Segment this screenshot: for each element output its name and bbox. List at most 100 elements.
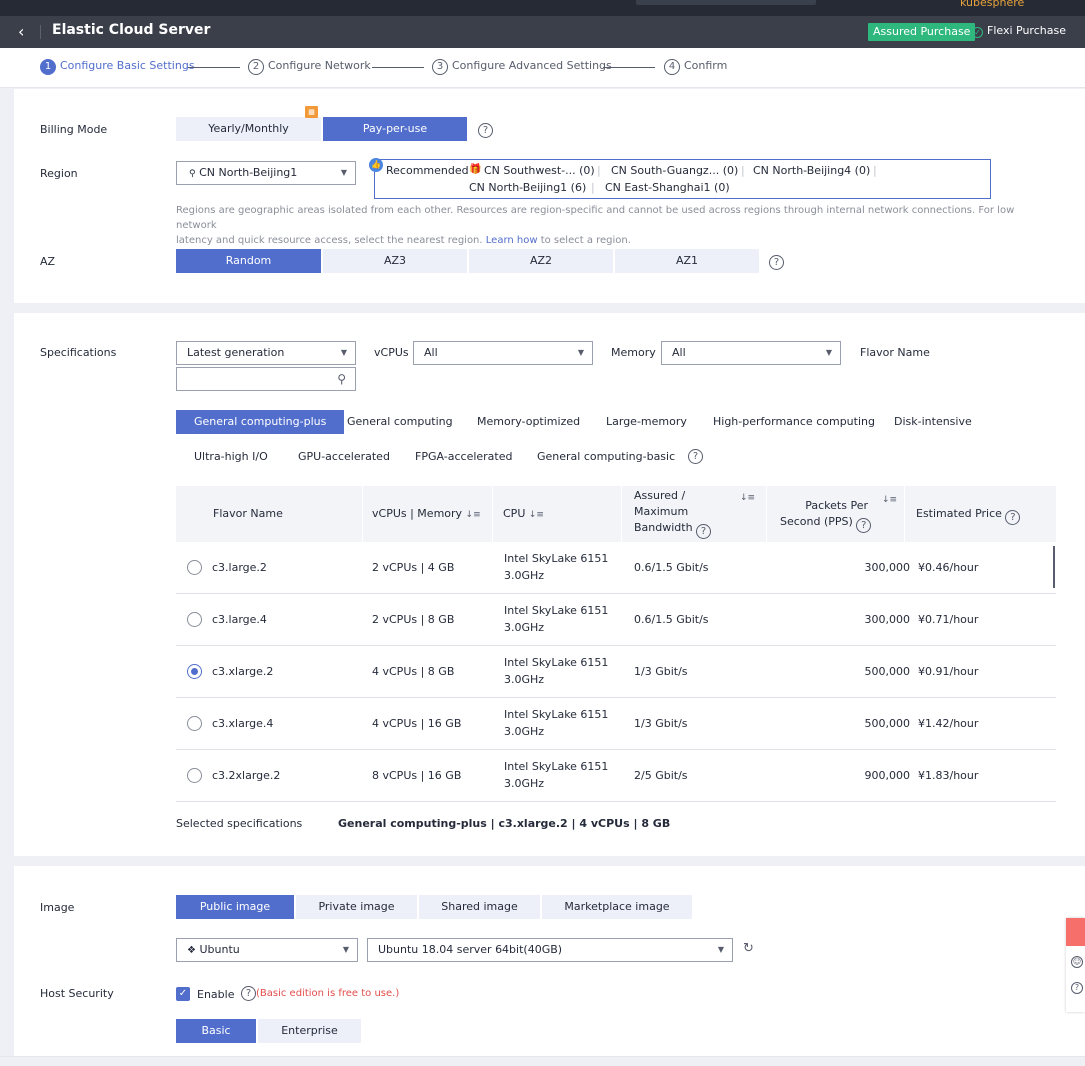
row-radio[interactable]: [187, 768, 202, 783]
col-bandwidth-line2: Maximum: [634, 505, 689, 518]
col-bandwidth[interactable]: Assured / Maximum Bandwidth ?: [634, 488, 712, 539]
table-row-selected[interactable]: c3.xlarge.2 4 vCPUs | 8 GB Intel SkyLake…: [176, 646, 1056, 698]
category-general-computing-basic[interactable]: General computing-basic: [537, 445, 675, 469]
flexi-purchase-label: Flexi Purchase: [987, 24, 1066, 37]
feedback-button[interactable]: [1066, 918, 1085, 946]
host-security-help-icon[interactable]: ?: [241, 986, 256, 1001]
cell-cpu-model: Intel SkyLake 6151: [504, 552, 609, 565]
chevron-left-icon[interactable]: ‹: [18, 22, 24, 41]
category-ultra-high-io[interactable]: Ultra-high I/O: [194, 445, 268, 469]
category-high-performance-computing[interactable]: High-performance computing: [713, 410, 875, 434]
table-scrollbar[interactable]: [1053, 546, 1055, 588]
search-icon[interactable]: ⚲: [337, 368, 346, 390]
edition-enterprise-tab[interactable]: Enterprise: [258, 1019, 361, 1043]
cell-vcpus-memory: 2 vCPUs | 4 GB: [372, 561, 455, 574]
image-version-select[interactable]: Ubuntu 18.04 server 64bit(40GB) ▼: [367, 938, 733, 962]
os-select[interactable]: ❖ Ubuntu ▼: [176, 938, 358, 962]
cell-bandwidth: 0.6/1.5 Gbit/s: [634, 561, 709, 574]
billing-help-icon[interactable]: ?: [478, 123, 493, 138]
category-fpga-accelerated[interactable]: FPGA-accelerated: [415, 445, 513, 469]
flavor-name-search-input[interactable]: ⚲: [176, 367, 356, 391]
user-name[interactable]: kubesphere: [960, 0, 1024, 9]
az-help-icon[interactable]: ?: [769, 255, 784, 270]
col-cpu[interactable]: CPU ↓≡: [503, 506, 544, 523]
table-row[interactable]: c3.2xlarge.2 8 vCPUs | 16 GB Intel SkyLa…: [176, 750, 1056, 802]
refresh-icon[interactable]: ↻: [743, 941, 754, 956]
sort-icon[interactable]: ↓≡: [529, 510, 544, 520]
cell-price: ¥1.42/hour: [918, 717, 979, 730]
region-option[interactable]: CN Southwest-... (0): [484, 164, 595, 177]
az-option-az3[interactable]: AZ3: [323, 249, 467, 273]
region-option[interactable]: CN East-Shanghai1 (0): [605, 181, 730, 194]
az-option-random[interactable]: Random: [176, 249, 321, 273]
vcpus-filter-value: All: [424, 346, 438, 359]
category-general-computing-plus[interactable]: General computing-plus: [176, 410, 345, 434]
image-shared-tab[interactable]: Shared image: [419, 895, 540, 919]
learn-how-link[interactable]: Learn how: [486, 235, 538, 246]
region-select[interactable]: ⚲ CN North-Beijing1 ▼: [176, 161, 356, 185]
col-price-label: Estimated Price: [916, 507, 1002, 520]
region-option[interactable]: CN North-Beijing4 (0): [753, 164, 870, 177]
flexi-purchase-button[interactable]: ✓ Flexi Purchase: [972, 24, 1066, 38]
cell-price: ¥0.71/hour: [918, 613, 979, 626]
category-help-icon[interactable]: ?: [688, 449, 703, 464]
step-label: Configure Basic Settings: [60, 59, 195, 72]
column-divider: [766, 486, 767, 542]
table-row[interactable]: c3.xlarge.4 4 vCPUs | 16 GB Intel SkyLak…: [176, 698, 1056, 750]
generation-select[interactable]: Latest generation ▼: [176, 341, 356, 365]
col-pps[interactable]: Packets Per Second (PPS) ?: [780, 498, 872, 533]
billing-pay-per-use-option[interactable]: Pay-per-use: [323, 117, 467, 141]
edition-basic-tab[interactable]: Basic: [176, 1019, 256, 1043]
thumbs-up-icon: 👍: [369, 158, 383, 172]
step-configure-advanced[interactable]: 3 Configure Advanced Settings: [432, 59, 612, 75]
table-row[interactable]: c3.large.4 2 vCPUs | 8 GB Intel SkyLake …: [176, 594, 1056, 646]
image-private-tab[interactable]: Private image: [296, 895, 417, 919]
region-option[interactable]: CN North-Beijing1 (6): [469, 181, 586, 194]
row-radio[interactable]: [187, 664, 202, 679]
row-radio[interactable]: [187, 716, 202, 731]
bandwidth-help-icon[interactable]: ?: [696, 524, 712, 539]
step-confirm[interactable]: 4 Confirm: [664, 59, 727, 75]
column-divider: [621, 486, 622, 542]
category-large-memory[interactable]: Large-memory: [606, 410, 687, 434]
vcpus-filter-select[interactable]: All ▼: [413, 341, 593, 365]
region-option[interactable]: CN South-Guangz... (0): [611, 164, 738, 177]
caret-down-icon: ▼: [342, 945, 349, 954]
table-row[interactable]: c3.large.2 2 vCPUs | 4 GB Intel SkyLake …: [176, 542, 1056, 594]
row-radio[interactable]: [187, 612, 202, 627]
price-help-icon[interactable]: ?: [1005, 510, 1021, 525]
step-configure-basic[interactable]: 1 Configure Basic Settings: [40, 59, 195, 75]
col-vcpus-memory-label: vCPUs | Memory: [372, 507, 463, 520]
image-marketplace-tab[interactable]: Marketplace image: [542, 895, 692, 919]
assured-purchase-button[interactable]: Assured Purchase: [868, 23, 976, 41]
col-vcpus-memory[interactable]: vCPUs | Memory ↓≡: [372, 506, 481, 523]
enable-host-security-checkbox[interactable]: ✓: [176, 987, 190, 1001]
row-radio[interactable]: [187, 560, 202, 575]
step-configure-network[interactable]: 2 Configure Network: [248, 59, 371, 75]
category-memory-optimized[interactable]: Memory-optimized: [477, 410, 580, 434]
sort-icon[interactable]: ↓≡: [466, 510, 481, 520]
region-label: Region: [40, 167, 78, 180]
memory-filter-select[interactable]: All ▼: [661, 341, 841, 365]
caret-down-icon: ▼: [577, 348, 584, 357]
az-label: AZ: [40, 255, 56, 268]
az-option-az1[interactable]: AZ1: [615, 249, 759, 273]
help-circle-icon[interactable]: ?: [1071, 982, 1083, 994]
recommended-label: Recommended: [386, 164, 469, 177]
caret-down-icon: ▼: [340, 348, 347, 357]
category-gpu-accelerated[interactable]: GPU-accelerated: [298, 445, 390, 469]
step-number: 1: [40, 59, 56, 75]
global-search-box[interactable]: [636, 0, 816, 5]
region-note-line1: Regions are geographic areas isolated fr…: [176, 205, 1015, 231]
category-disk-intensive[interactable]: Disk-intensive: [894, 410, 972, 434]
top-strip: kubesphere: [0, 0, 1085, 16]
billing-yearly-monthly-option[interactable]: Yearly/Monthly: [176, 117, 321, 141]
caret-down-icon: ▼: [340, 168, 347, 177]
smile-icon[interactable]: ☺: [1071, 956, 1083, 968]
image-public-tab[interactable]: Public image: [176, 895, 294, 919]
az-option-az2[interactable]: AZ2: [469, 249, 613, 273]
category-general-computing[interactable]: General computing: [347, 410, 453, 434]
sort-icon[interactable]: ↓≡: [882, 492, 897, 508]
pps-help-icon[interactable]: ?: [856, 518, 872, 533]
sort-icon[interactable]: ↓≡: [740, 490, 755, 506]
